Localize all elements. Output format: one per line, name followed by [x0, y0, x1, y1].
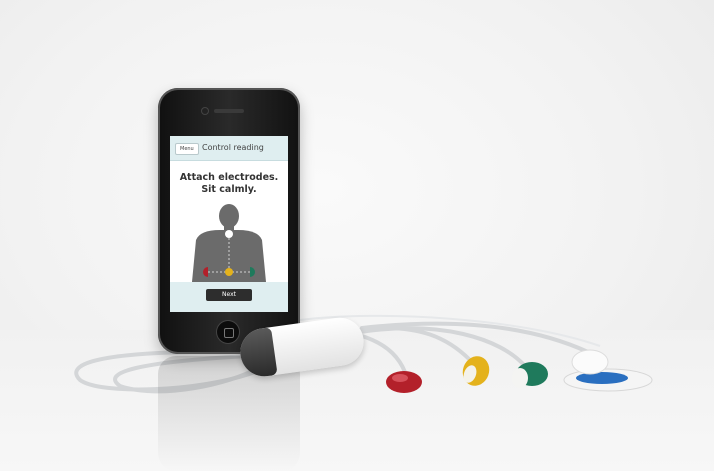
screen-title: Control reading [202, 143, 264, 152]
home-square-icon [224, 328, 234, 338]
app-header: Menu Control reading [170, 136, 288, 161]
instruction-line-1: Attach electrodes. [179, 172, 279, 183]
smartphone: Menu Control reading Attach electrodes. … [158, 88, 300, 354]
next-button[interactable]: Next [206, 289, 252, 301]
electrode-green [512, 362, 548, 388]
ecg-cables-and-electrodes [74, 314, 601, 394]
front-camera [202, 108, 208, 114]
home-button [217, 321, 239, 343]
electrode-yellow [462, 356, 490, 386]
earpiece-speaker [214, 109, 244, 113]
electrode-red [386, 371, 422, 393]
electrode-blue [563, 349, 653, 392]
instruction-line-2: Sit calmly. [201, 184, 257, 195]
app-screen: Menu Control reading Attach electrodes. … [170, 136, 288, 312]
menu-button[interactable]: Menu [175, 143, 199, 155]
instruction-text: Attach electrodes. Sit calmly. [170, 172, 288, 196]
